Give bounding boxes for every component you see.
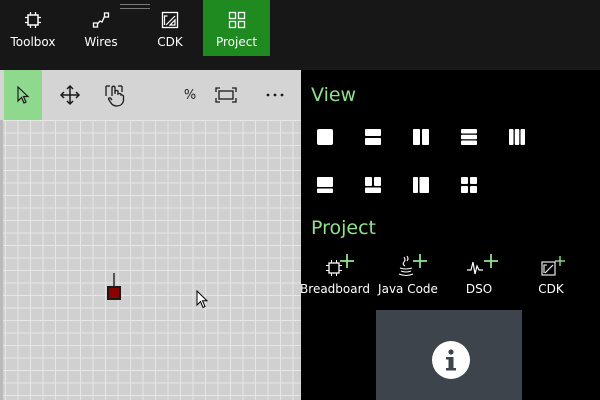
layout-quad-icon[interactable]	[460, 176, 478, 194]
wires-label: Wires	[84, 35, 118, 49]
project-button[interactable]: Project	[203, 0, 270, 56]
touch-select-tool-button[interactable]	[97, 70, 133, 120]
toolbox-button[interactable]: Toolbox	[8, 0, 58, 56]
add-dso-button[interactable]: DSO	[459, 252, 499, 300]
add-breadboard-button[interactable]: Breadboard	[300, 252, 370, 300]
add-java-code-label: Java Code	[378, 282, 438, 296]
canvas-toolbar: %	[0, 70, 301, 120]
wire-icon	[92, 12, 110, 28]
mouse-cursor-icon	[196, 290, 209, 309]
project-label: Project	[215, 35, 258, 49]
layout-single-icon[interactable]	[316, 128, 334, 146]
fit-screen-icon	[215, 87, 237, 103]
layout-horizontal-split-icon[interactable]	[364, 128, 382, 146]
component-lead	[113, 273, 115, 287]
layout-left-narrow-icon[interactable]	[412, 176, 430, 194]
pointer-icon	[17, 85, 30, 104]
select-tool-button[interactable]	[4, 70, 42, 120]
wires-button[interactable]: Wires	[76, 0, 126, 56]
add-breadboard-label: Breadboard	[300, 282, 370, 296]
hand-select-icon	[105, 85, 125, 107]
cdk-label: CDK	[157, 35, 183, 49]
add-java-code-button[interactable]: Java Code	[378, 252, 438, 300]
move-tool-button[interactable]	[52, 70, 88, 120]
cdk-add-icon	[541, 256, 565, 276]
layout-top-two-bottom-one-icon[interactable]	[364, 176, 382, 194]
canvas-component[interactable]	[107, 286, 121, 300]
chip-icon	[25, 12, 41, 28]
layout-three-rows-icon[interactable]	[460, 128, 478, 146]
cdk-button[interactable]: CDK	[145, 0, 195, 56]
zoom-percent-button[interactable]: %	[176, 70, 204, 120]
dso-add-icon	[467, 254, 498, 275]
layout-three-columns-icon[interactable]	[508, 128, 526, 146]
canvas-edge	[0, 120, 3, 400]
breadboard-add-icon	[326, 254, 354, 276]
java-add-icon	[398, 254, 427, 277]
design-canvas[interactable]	[0, 120, 301, 400]
top-toolbar: Toolbox Wires CDK Project	[0, 0, 600, 70]
layout-vertical-split-icon[interactable]	[412, 128, 430, 146]
info-icon[interactable]	[432, 341, 470, 379]
view-section-title: View	[311, 84, 357, 106]
layout-top-large-icon[interactable]	[316, 176, 334, 194]
info-glyph-icon	[446, 349, 456, 371]
move-icon	[59, 84, 81, 106]
ellipsis-icon	[266, 93, 284, 97]
cdk-icon	[161, 11, 179, 29]
project-section-title: Project	[311, 217, 377, 239]
add-cdk-label: CDK	[538, 282, 564, 296]
fit-to-screen-button[interactable]	[211, 70, 241, 120]
toolbox-label: Toolbox	[10, 35, 56, 49]
grid-icon	[228, 11, 245, 29]
more-options-button[interactable]	[260, 70, 290, 120]
add-cdk-button[interactable]: CDK	[531, 252, 571, 300]
add-dso-label: DSO	[465, 282, 493, 296]
